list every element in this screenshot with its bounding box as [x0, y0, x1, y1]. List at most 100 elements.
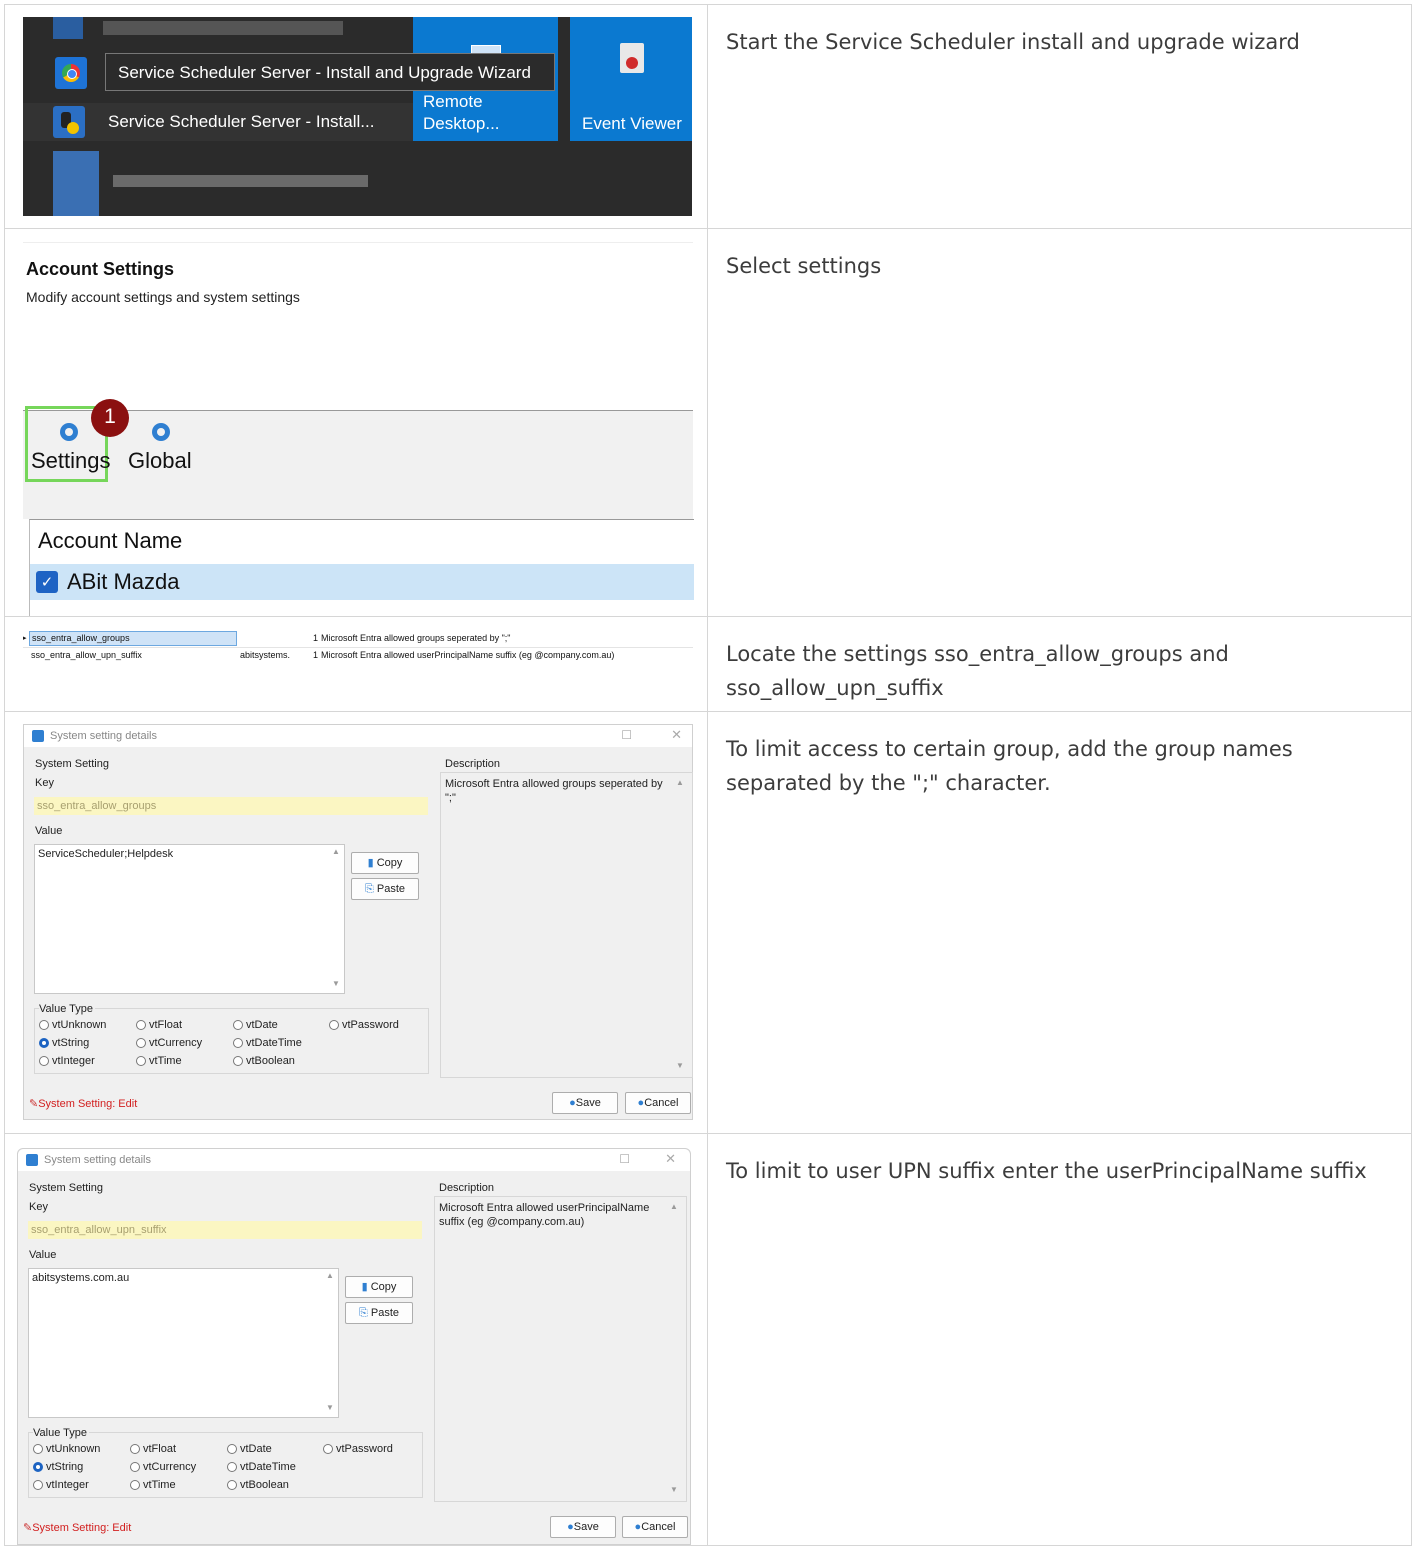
- instruction-text: Start the Service Scheduler install and …: [708, 5, 1412, 228]
- paste-button[interactable]: ⎘ Paste: [351, 878, 419, 900]
- value-type-label: Value Type: [33, 1427, 90, 1439]
- copy-button[interactable]: ▮ Copy: [351, 852, 419, 874]
- radio-vtunknown[interactable]: vtUnknown: [33, 1443, 100, 1455]
- column-header: Account Name: [38, 528, 183, 553]
- page-title: Account Settings: [26, 259, 175, 279]
- value-type-group: Value Type vtUnknown vtFloat vtDate vtPa…: [28, 1427, 423, 1498]
- description-box: Microsoft Entra allowed userPrincipalNam…: [434, 1196, 687, 1502]
- table-row: System setting details ☐ ✕ System Settin…: [4, 1134, 1412, 1546]
- radio-vtboolean[interactable]: vtBoolean: [233, 1055, 295, 1067]
- radio-vtcurrency[interactable]: vtCurrency: [130, 1461, 196, 1473]
- setting-key: sso_entra_allow_groups: [29, 631, 237, 646]
- tooltip: Service Scheduler Server - Install and U…: [105, 53, 555, 91]
- settings-button[interactable]: Settings: [31, 448, 111, 474]
- table-row[interactable]: sso_entra_allow_upn_suffix abitsystems. …: [23, 648, 693, 664]
- radio-vtunknown[interactable]: vtUnknown: [39, 1019, 106, 1031]
- app-list-item[interactable]: Service Scheduler Server - Install...: [23, 103, 413, 141]
- save-label: Save: [573, 1521, 599, 1533]
- screenshot-settings-list: ▸ sso_entra_allow_groups 1 Microsoft Ent…: [4, 617, 708, 711]
- radio-vtpassword[interactable]: vtPassword: [323, 1443, 393, 1455]
- key-field: sso_entra_allow_groups: [34, 797, 428, 815]
- instruction-text: Locate the settings sso_entra_allow_grou…: [708, 617, 1412, 711]
- cancel-label: Cancel: [644, 1097, 679, 1109]
- tile-label: Event Viewer: [582, 114, 682, 133]
- scroll-up-icon[interactable]: ▲: [324, 1271, 336, 1280]
- maximize-icon[interactable]: ☐: [621, 728, 632, 742]
- radio-vtdate[interactable]: vtDate: [227, 1443, 272, 1455]
- radio-vtinteger[interactable]: vtInteger: [39, 1055, 95, 1067]
- cancel-button[interactable]: ●Cancel: [625, 1092, 691, 1114]
- setting-num: 1: [313, 633, 319, 643]
- value-label: Value: [29, 1249, 57, 1261]
- table-row[interactable]: ▸ sso_entra_allow_groups 1 Microsoft Ent…: [23, 631, 693, 648]
- radio-vtpassword[interactable]: vtPassword: [329, 1019, 399, 1031]
- instruction-table: Remote Desktop... Event Viewer Service S…: [4, 4, 1412, 1546]
- blurred-icon: [53, 151, 99, 216]
- blurred-text: [103, 21, 343, 35]
- save-button[interactable]: ●Save: [552, 1092, 618, 1114]
- dialog-title: System setting details: [50, 730, 157, 742]
- tile-label: Remote: [423, 92, 483, 111]
- account-table: Account Name ✓ ABit Mazda: [29, 519, 694, 616]
- radio-vtcurrency[interactable]: vtCurrency: [136, 1037, 202, 1049]
- paste-button[interactable]: ⎘ Paste: [345, 1302, 413, 1324]
- paste-label: Paste: [376, 883, 405, 895]
- screenshot-dialog-upn: System setting details ☐ ✕ System Settin…: [4, 1134, 708, 1545]
- close-icon[interactable]: ✕: [671, 727, 682, 743]
- save-button[interactable]: ●Save: [550, 1516, 616, 1538]
- radio-vtinteger[interactable]: vtInteger: [33, 1479, 89, 1491]
- copy-button[interactable]: ▮ Copy: [345, 1276, 413, 1298]
- scroll-up-icon[interactable]: ▲: [330, 847, 342, 856]
- event-viewer-icon: [620, 43, 644, 73]
- scroll-up-icon[interactable]: ▲: [668, 1202, 680, 1211]
- event-viewer-tile[interactable]: Event Viewer: [570, 17, 692, 141]
- status-bar: ✎System Setting: Edit: [23, 1522, 132, 1534]
- dialog-titlebar: System setting details: [24, 725, 692, 747]
- description-text: Microsoft Entra allowed userPrincipalNam…: [439, 1202, 650, 1228]
- system-setting-dialog: System setting details ☐ ✕ System Settin…: [23, 724, 693, 1120]
- radio-vtdate[interactable]: vtDate: [233, 1019, 278, 1031]
- scroll-down-icon[interactable]: ▼: [674, 1061, 686, 1070]
- radio-vtboolean[interactable]: vtBoolean: [227, 1479, 289, 1491]
- global-gear-icon: [152, 423, 170, 441]
- scroll-down-icon[interactable]: ▼: [324, 1403, 336, 1412]
- status-text: System Setting: Edit: [38, 1098, 138, 1110]
- setting-key: sso_entra_allow_upn_suffix: [31, 650, 142, 660]
- setting-desc: Microsoft Entra allowed userPrincipalNam…: [321, 650, 615, 660]
- radio-vtdatetime[interactable]: vtDateTime: [233, 1037, 302, 1049]
- copy-label: Copy: [370, 1281, 397, 1293]
- global-button[interactable]: Global: [128, 448, 192, 474]
- radio-vtstring[interactable]: vtString: [33, 1461, 83, 1473]
- cancel-label: Cancel: [641, 1521, 676, 1533]
- table-row[interactable]: ✓ ABit Mazda: [30, 564, 694, 600]
- scroll-up-icon[interactable]: ▲: [674, 778, 686, 787]
- app-icon: [32, 730, 44, 742]
- scroll-down-icon[interactable]: ▼: [668, 1485, 680, 1494]
- cancel-button[interactable]: ●Cancel: [622, 1516, 688, 1538]
- chrome-icon[interactable]: [55, 57, 87, 89]
- close-icon[interactable]: ✕: [665, 1151, 676, 1167]
- scroll-down-icon[interactable]: ▼: [330, 979, 342, 988]
- radio-vtfloat[interactable]: vtFloat: [136, 1019, 182, 1031]
- group-label: System Setting: [29, 1182, 103, 1194]
- instruction-text: Select settings: [708, 229, 1412, 616]
- save-label: Save: [575, 1097, 601, 1109]
- dialog-titlebar: System setting details: [18, 1149, 690, 1171]
- radio-vtstring[interactable]: vtString: [39, 1037, 89, 1049]
- value-textarea[interactable]: abitsystems.com.au: [28, 1268, 339, 1418]
- status-bar: ✎System Setting: Edit: [29, 1098, 138, 1110]
- blurred-icon: [53, 17, 83, 39]
- description-label: Description: [439, 1182, 495, 1194]
- maximize-icon[interactable]: ☐: [619, 1152, 630, 1166]
- value-textarea[interactable]: ServiceScheduler;Helpdesk: [34, 844, 345, 994]
- app-icon: [26, 1154, 38, 1166]
- radio-vttime[interactable]: vtTime: [130, 1479, 176, 1491]
- radio-vtfloat[interactable]: vtFloat: [130, 1443, 176, 1455]
- setting-value: abitsystems.: [240, 650, 291, 660]
- radio-vttime[interactable]: vtTime: [136, 1055, 182, 1067]
- value-type-label: Value Type: [39, 1003, 96, 1015]
- key-label: Key: [29, 1201, 48, 1213]
- description-text: Microsoft Entra allowed groups seperated…: [445, 778, 663, 804]
- radio-vtdatetime[interactable]: vtDateTime: [227, 1461, 296, 1473]
- checkbox-checked-icon[interactable]: ✓: [36, 571, 58, 593]
